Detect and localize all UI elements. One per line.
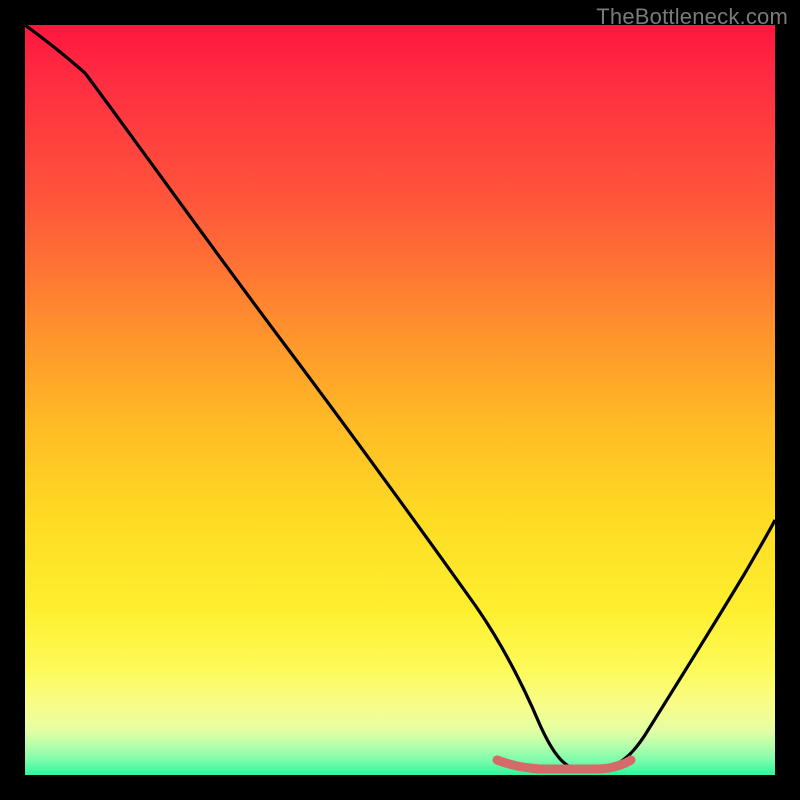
bottleneck-curve: [25, 25, 775, 775]
curve-path: [25, 25, 775, 767]
chart-frame: TheBottleneck.com: [0, 0, 800, 800]
watermark-text: TheBottleneck.com: [596, 4, 788, 30]
plot-area: [25, 25, 775, 775]
